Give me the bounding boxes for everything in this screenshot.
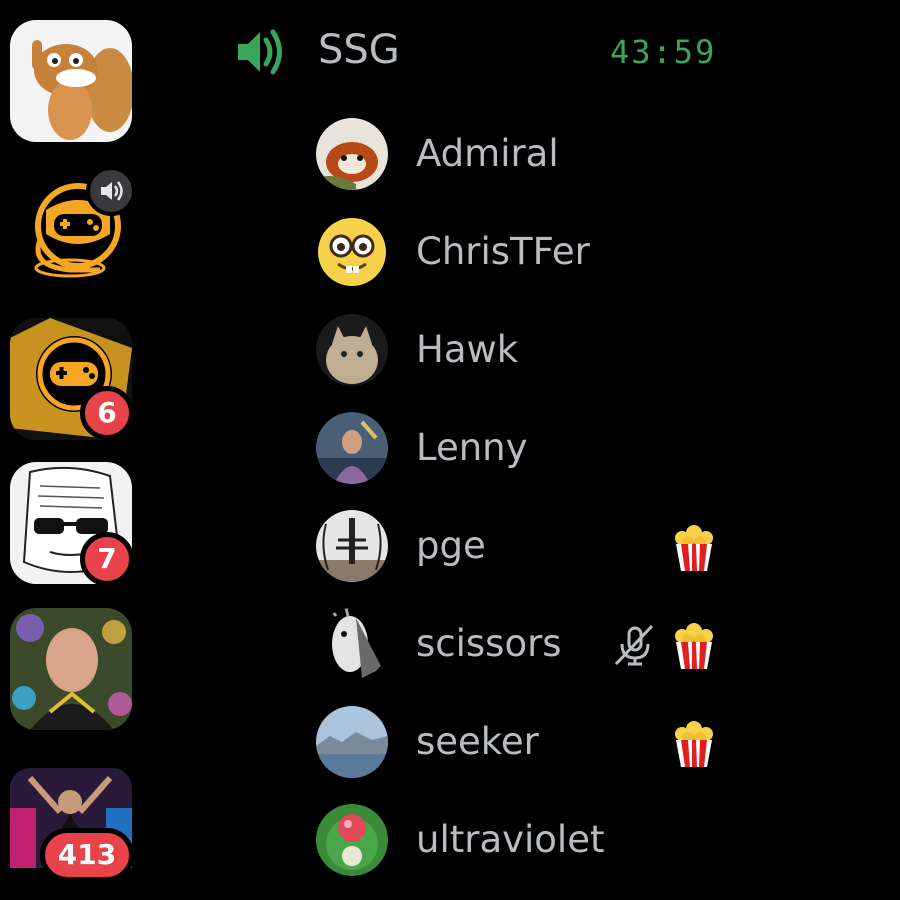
member-name: seeker bbox=[416, 720, 539, 763]
voice-channel-name[interactable]: SSG bbox=[318, 22, 400, 78]
server-icon-gamepad-yellow[interactable]: 6 bbox=[10, 318, 134, 440]
member-name: Hawk bbox=[416, 328, 519, 371]
unread-badge: 7 bbox=[80, 532, 134, 586]
voice-member[interactable]: pge bbox=[316, 510, 736, 584]
unread-badge: 6 bbox=[80, 386, 134, 440]
cat-avatar bbox=[316, 314, 388, 386]
voice-member[interactable]: ultraviolet bbox=[316, 804, 736, 878]
landscape-avatar bbox=[316, 706, 388, 778]
selfie-photo-icon bbox=[10, 608, 132, 730]
popcorn-icon bbox=[675, 525, 713, 571]
server-icon-squirrel[interactable] bbox=[10, 20, 132, 142]
voice-member[interactable]: Lenny bbox=[316, 412, 736, 486]
tower-avatar bbox=[316, 510, 388, 582]
voice-member[interactable]: Admiral bbox=[316, 118, 736, 192]
call-timer: 43:59 bbox=[610, 33, 717, 71]
member-name: ultraviolet bbox=[416, 818, 605, 861]
unread-badge: 413 bbox=[40, 828, 134, 882]
server-icon-gamepad-speaking[interactable] bbox=[10, 166, 136, 292]
member-name: ChrisTFer bbox=[416, 230, 590, 273]
squirrel-icon bbox=[10, 20, 132, 142]
nerd-emoji-avatar bbox=[316, 216, 388, 288]
red-panda-avatar bbox=[316, 118, 388, 190]
speaking-indicator bbox=[86, 166, 136, 216]
popcorn-icon bbox=[675, 623, 713, 669]
speaker-icon bbox=[238, 29, 282, 75]
server-icon-sunglasses-meme[interactable]: 7 bbox=[10, 462, 134, 586]
goat-avatar bbox=[316, 608, 388, 680]
muted-mic-icon bbox=[614, 624, 654, 666]
member-name: pge bbox=[416, 524, 486, 567]
voice-member[interactable]: scissors bbox=[316, 608, 736, 682]
voice-member[interactable]: Hawk bbox=[316, 314, 736, 388]
server-icon-stage[interactable]: 413 bbox=[10, 768, 134, 890]
voice-member[interactable]: ChrisTFer bbox=[316, 216, 736, 290]
photo-avatar bbox=[316, 412, 388, 484]
popcorn-icon bbox=[675, 721, 713, 767]
gem-avatar bbox=[316, 804, 388, 876]
voice-member[interactable]: seeker bbox=[316, 706, 736, 780]
member-name: scissors bbox=[416, 622, 562, 665]
server-icon-selfie[interactable] bbox=[10, 608, 132, 730]
speaker-icon bbox=[101, 181, 123, 201]
member-name: Admiral bbox=[416, 132, 559, 175]
member-name: Lenny bbox=[416, 426, 528, 469]
